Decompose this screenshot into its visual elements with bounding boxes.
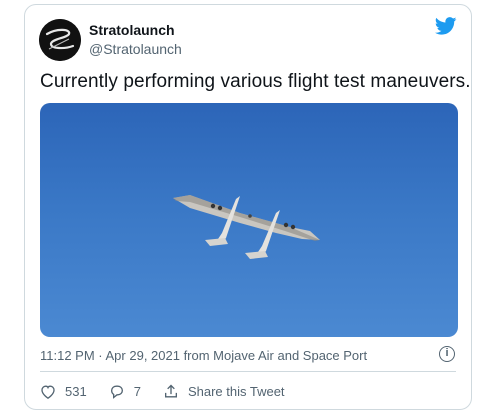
- reply-button[interactable]: 7: [109, 384, 141, 399]
- aircraft-in-flight-image: [173, 195, 320, 259]
- share-label: Share this Tweet: [187, 383, 285, 399]
- info-icon[interactable]: i: [439, 346, 455, 362]
- author-avatar[interactable]: [39, 19, 81, 61]
- tweet-text: Currently performing various flight test…: [40, 71, 471, 92]
- author-name[interactable]: Stratolaunch: [89, 22, 175, 38]
- tweet-actions: 531 7 Share this Tweet: [40, 381, 307, 401]
- reply-bubble-icon: [110, 385, 123, 399]
- share-icon: [164, 384, 177, 397]
- divider: [40, 371, 456, 372]
- tweet-timestamp[interactable]: 11:12 PM · Apr 29, 2021 from Mojave Air …: [40, 348, 367, 363]
- heart-icon: [41, 384, 55, 399]
- like-count: 531: [65, 383, 87, 399]
- share-button[interactable]: Share this Tweet: [163, 384, 285, 399]
- stratolaunch-logo: [39, 19, 81, 61]
- reply-count: 7: [133, 383, 141, 399]
- author-handle[interactable]: @Stratolaunch: [89, 41, 182, 57]
- tweet-card[interactable]: Stratolaunch @Stratolaunch Currently per…: [24, 4, 472, 410]
- twitter-bird-icon[interactable]: [435, 17, 457, 35]
- tweet-media-photo[interactable]: [40, 103, 458, 337]
- like-button[interactable]: 531: [40, 384, 87, 399]
